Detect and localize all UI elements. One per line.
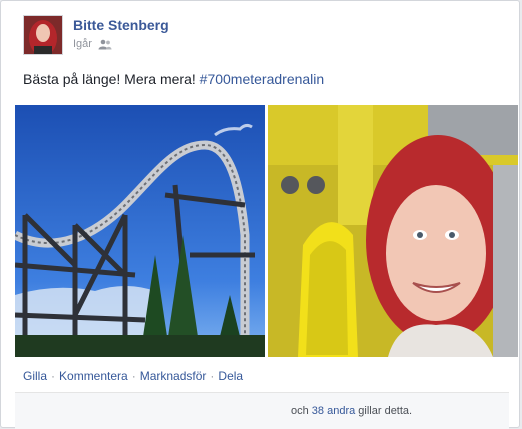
likes-others-link[interactable]: 38 andra — [312, 405, 355, 417]
promote-link[interactable]: Marknadsför — [140, 369, 207, 383]
likes-prefix: och — [291, 405, 312, 417]
author-name[interactable]: Bitte Stenberg — [73, 17, 169, 33]
photo-grid — [15, 105, 518, 357]
likes-suffix: gillar detta. — [355, 405, 413, 417]
status-text: Bästa på länge! Mera mera! — [23, 71, 200, 87]
likes-bar — [15, 393, 509, 429]
comment-link[interactable]: Kommentera — [59, 369, 128, 383]
friends-icon[interactable] — [98, 39, 112, 50]
post-actions: Gilla · Kommentera · Marknadsför · Dela — [23, 369, 243, 383]
author-avatar[interactable] — [23, 15, 63, 55]
like-link[interactable]: Gilla — [23, 369, 47, 383]
share-link[interactable]: Dela — [218, 369, 243, 383]
action-separator: · — [210, 369, 215, 383]
post-card: Bitte Stenberg Igår Bästa på länge! Mera… — [0, 0, 520, 429]
roller-coaster-photo[interactable] — [15, 105, 265, 357]
action-separator: · — [131, 369, 136, 383]
hashtag-link[interactable]: #700meteradrenalin — [200, 71, 325, 87]
likes-summary: och 38 andra gillar detta. — [291, 405, 412, 417]
status-message: Bästa på länge! Mera mera! #700meteradre… — [23, 71, 324, 87]
selfie-photo[interactable] — [268, 105, 518, 357]
action-separator: · — [51, 369, 56, 383]
post-timestamp[interactable]: Igår — [73, 38, 92, 50]
post-meta: Igår — [73, 38, 112, 50]
